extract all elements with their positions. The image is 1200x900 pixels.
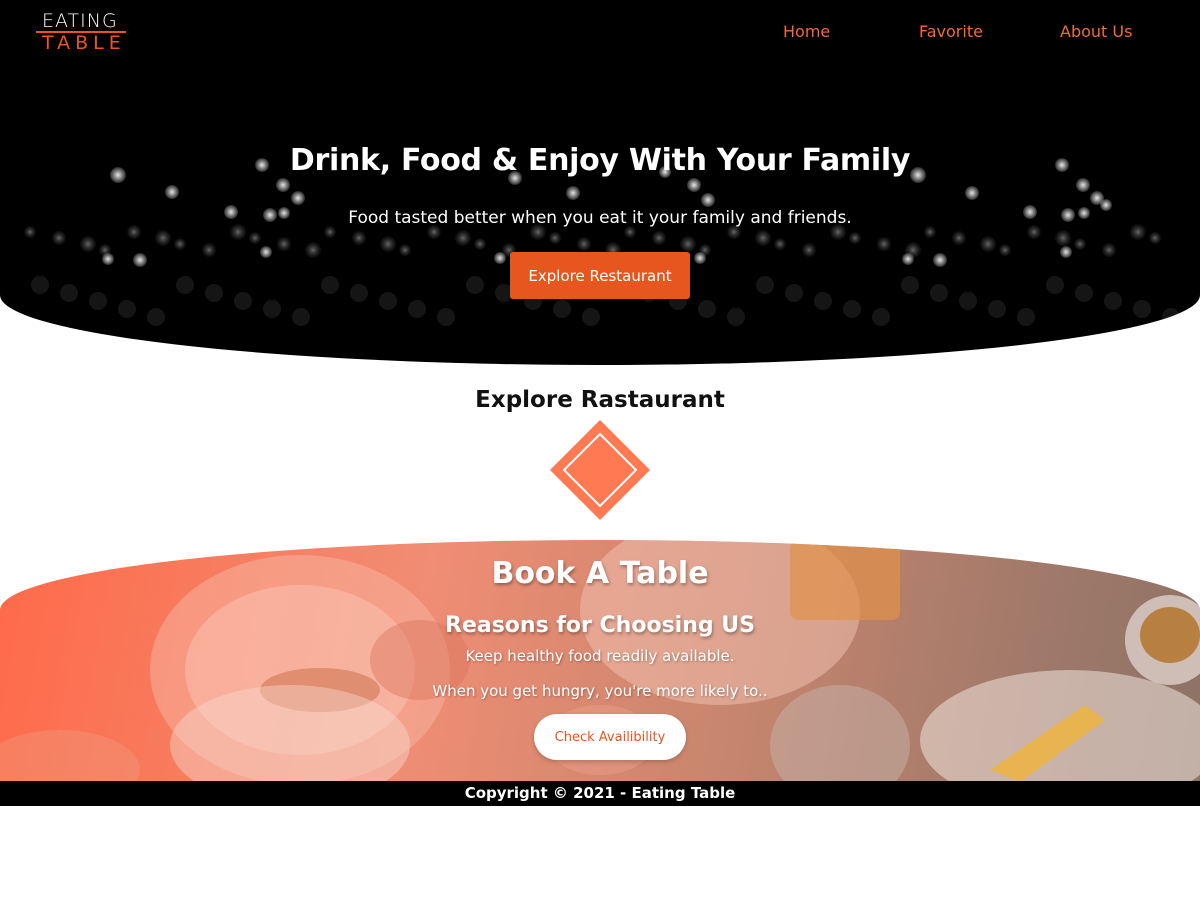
explore-section-title: Explore Rastaurant <box>475 387 725 413</box>
footer: Copyright © 2021 - Eating Table <box>0 781 1200 806</box>
book-table-subtitle: Reasons for Choosing US <box>445 613 755 638</box>
diamond-icon <box>550 420 650 520</box>
hero-section: EATING TABLE Home Favorite About Us Drin… <box>0 0 1200 365</box>
nav-favorite-link[interactable]: Favorite <box>919 22 983 41</box>
nav-about-link[interactable]: About Us <box>1060 22 1132 41</box>
hero-title: Drink, Food & Enjoy With Your Family <box>289 143 911 178</box>
footer-copyright: Copyright © 2021 - Eating Table <box>464 784 736 802</box>
book-table-title: Book A Table <box>491 556 709 591</box>
logo[interactable]: EATING TABLE <box>36 10 128 54</box>
book-reason-line-2: When you get hungry, you're more likely … <box>432 682 768 700</box>
explore-restaurant-button[interactable]: Explore Restaurant <box>510 252 690 299</box>
logo-text-bottom: TABLE <box>42 32 126 54</box>
navbar: EATING TABLE Home Favorite About Us <box>0 0 1200 70</box>
book-reason-line-1: Keep healthy food readily available. <box>465 647 735 665</box>
logo-text-top: EATING <box>42 10 118 32</box>
nav-home-link[interactable]: Home <box>783 22 830 41</box>
book-table-section: Book A Table Reasons for Choosing US Kee… <box>0 540 1200 782</box>
check-availability-button[interactable]: Check Availibility <box>534 714 686 760</box>
hero-subtitle: Food tasted better when you eat it your … <box>348 208 852 228</box>
